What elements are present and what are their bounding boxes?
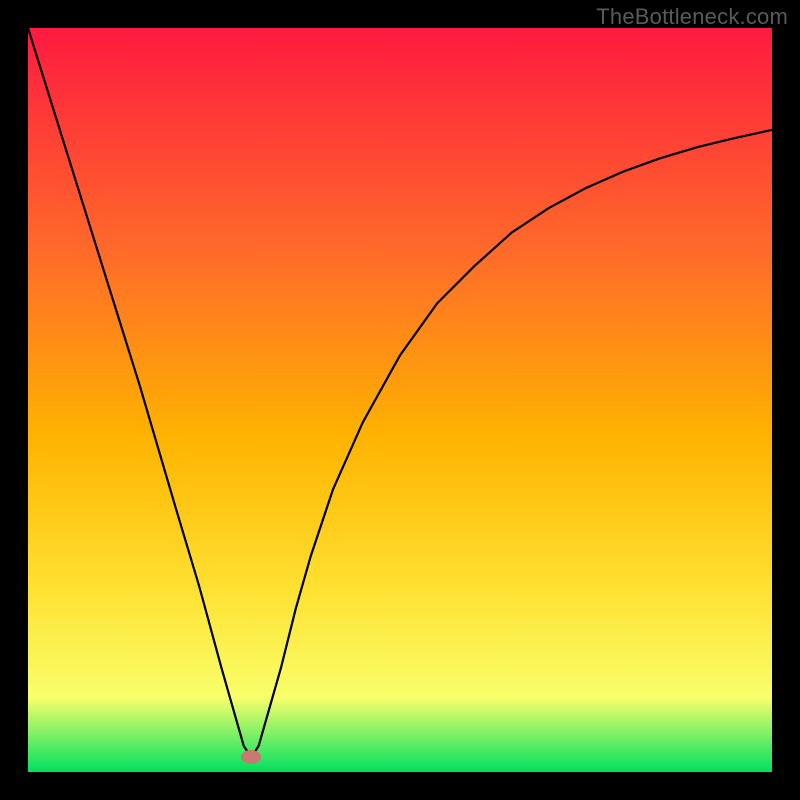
chart-container: TheBottleneck.com [0, 0, 800, 800]
watermark-text: TheBottleneck.com [596, 4, 788, 30]
gradient-background [28, 28, 772, 772]
plot-area [28, 28, 772, 772]
plot-svg [28, 28, 772, 772]
